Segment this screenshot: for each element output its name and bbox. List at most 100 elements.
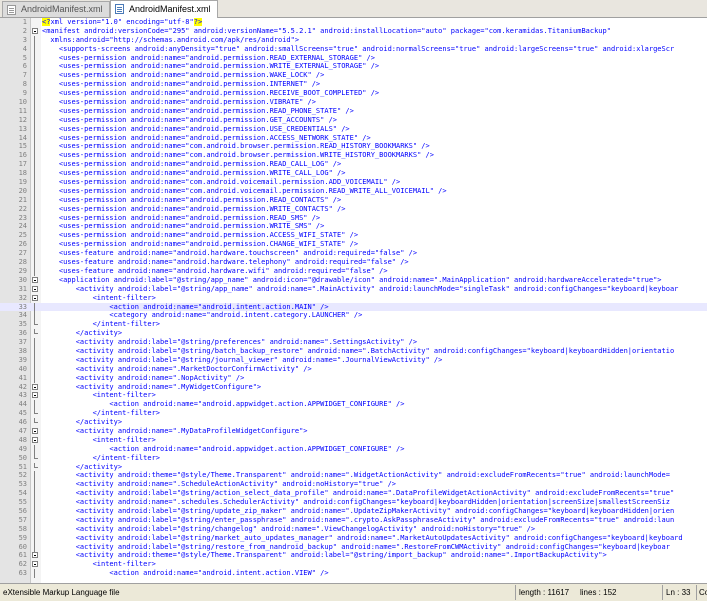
code-line[interactable]: 5 <uses-permission android:name="android… bbox=[0, 53, 707, 63]
code-line[interactable]: 9 <uses-permission android:name="android… bbox=[0, 89, 707, 99]
fold-line-marker bbox=[32, 400, 38, 410]
fold-line-marker bbox=[32, 489, 38, 499]
tab-androidmanifest-1[interactable]: AndroidManifest.xml bbox=[2, 1, 110, 17]
code-line[interactable]: 47 <activity android:name=".MyDataProfil… bbox=[0, 427, 707, 436]
code-line[interactable]: 49 <action android:name="android.appwidg… bbox=[0, 444, 707, 454]
code-line[interactable]: 27 <uses-feature android:name="android.h… bbox=[0, 249, 707, 259]
fold-line-marker bbox=[32, 35, 38, 45]
code-line[interactable]: 25 <uses-permission android:name="androi… bbox=[0, 231, 707, 241]
code-line[interactable]: 24 <uses-permission android:name="androi… bbox=[0, 222, 707, 232]
code-line[interactable]: 56 <activity android:label="@string/upda… bbox=[0, 506, 707, 516]
code-line[interactable]: 29 <uses-feature android:name="android.h… bbox=[0, 266, 707, 276]
fold-line-marker bbox=[32, 480, 38, 490]
fold-toggle-icon[interactable] bbox=[32, 427, 38, 434]
line-number: 42 bbox=[18, 382, 27, 391]
code-line[interactable]: 41 <activity android:name=".NopActivity"… bbox=[0, 373, 707, 383]
line-number: 21 bbox=[18, 195, 27, 204]
code-line[interactable]: 37 <activity android:label="@string/pref… bbox=[0, 338, 707, 348]
code-line[interactable]: 13 <uses-permission android:name="androi… bbox=[0, 124, 707, 134]
code-line[interactable]: 15 <uses-permission android:name="com.an… bbox=[0, 142, 707, 152]
fold-toggle-icon[interactable] bbox=[32, 561, 38, 568]
code-line[interactable]: 32 <intent-filter> bbox=[0, 294, 707, 303]
code-line[interactable]: 36 </activity> bbox=[0, 329, 707, 338]
code-line[interactable]: 62 <intent-filter> bbox=[0, 560, 707, 569]
code-line[interactable]: 33 <action android:name="android.intent.… bbox=[0, 302, 707, 312]
code-line[interactable]: 53 <activity android:name=".ScheduleActi… bbox=[0, 480, 707, 490]
code-line[interactable]: 51 </activity> bbox=[0, 462, 707, 472]
code-line[interactable]: 57 <activity android:label="@string/ente… bbox=[0, 515, 707, 525]
code-line[interactable]: 59 <activity android:label="@string/mark… bbox=[0, 533, 707, 543]
code-line[interactable]: 34 <category android:name="android.inten… bbox=[0, 311, 707, 321]
code-line[interactable]: 42 <activity android:name=".MyWidgetConf… bbox=[0, 383, 707, 392]
code-line[interactable]: 1 <?xml version="1.0" encoding="utf-8"?> bbox=[0, 18, 707, 27]
code-line[interactable]: 28 <uses-feature android:name="android.h… bbox=[0, 258, 707, 268]
code-line[interactable]: 21 <uses-permission android:name="androi… bbox=[0, 195, 707, 205]
code-line[interactable]: 18 <uses-permission android:name="androi… bbox=[0, 169, 707, 179]
code-line[interactable]: 2 <manifest android:versionCode="295" and… bbox=[0, 27, 707, 36]
code-line[interactable]: 10 <uses-permission android:name="androi… bbox=[0, 98, 707, 108]
code-editor[interactable]: 1 <?xml version="1.0" encoding="utf-8"?> 2… bbox=[0, 18, 707, 583]
code-line[interactable]: 20 <uses-permission android:name="com.an… bbox=[0, 186, 707, 196]
code-line[interactable]: 23 <uses-permission android:name="androi… bbox=[0, 213, 707, 223]
line-number: 26 bbox=[18, 240, 27, 249]
code-text: </activity> bbox=[42, 418, 123, 427]
fold-toggle-icon[interactable] bbox=[32, 285, 38, 292]
code-line[interactable]: 45 </intent-filter> bbox=[0, 409, 707, 418]
line-number: 16 bbox=[18, 151, 27, 160]
code-line[interactable]: 14 <uses-permission android:name="androi… bbox=[0, 133, 707, 143]
line-number: 28 bbox=[18, 258, 27, 267]
code-line[interactable]: 17 <uses-permission android:name="androi… bbox=[0, 160, 707, 170]
fold-toggle-icon[interactable] bbox=[32, 552, 38, 559]
code-line[interactable]: 35 </intent-filter> bbox=[0, 320, 707, 329]
code-line[interactable]: 30 <application android:label="@string/a… bbox=[0, 276, 707, 285]
code-text: <uses-permission android:name="android.p… bbox=[42, 71, 325, 80]
status-divider bbox=[662, 585, 663, 600]
code-line[interactable]: 19 <uses-permission android:name="com.an… bbox=[0, 178, 707, 188]
code-line[interactable]: 8 <uses-permission android:name="android… bbox=[0, 80, 707, 90]
code-line[interactable]: 52 <activity android:theme="@style/Theme… bbox=[0, 471, 707, 481]
code-line[interactable]: 61 <activity android:theme="@style/Theme… bbox=[0, 551, 707, 560]
code-text: </activity> bbox=[42, 329, 123, 338]
fold-toggle-icon[interactable] bbox=[32, 276, 38, 283]
code-line[interactable]: 44 <action android:name="android.appwidg… bbox=[0, 400, 707, 410]
fold-toggle-icon[interactable] bbox=[32, 436, 38, 443]
code-line[interactable]: 54 <activity android:label="@string/acti… bbox=[0, 489, 707, 499]
code-line[interactable]: 40 <activity android:name=".MarketDoctor… bbox=[0, 364, 707, 374]
fold-toggle-icon[interactable] bbox=[32, 383, 38, 390]
line-number: 35 bbox=[18, 320, 27, 329]
code-line[interactable]: 50 </intent-filter> bbox=[0, 453, 707, 463]
fold-toggle-icon[interactable] bbox=[32, 392, 38, 399]
code-line[interactable]: 26 <uses-permission android:name="androi… bbox=[0, 240, 707, 250]
fold-line-marker bbox=[32, 329, 38, 336]
line-number: 52 bbox=[18, 471, 27, 480]
code-line[interactable]: 43 <intent-filter> bbox=[0, 391, 707, 400]
code-text: xmlns:android="http://schemas.android.co… bbox=[42, 35, 300, 44]
code-text: <uses-permission android:name="android.p… bbox=[42, 160, 342, 169]
fold-line-marker bbox=[32, 19, 38, 25]
code-line[interactable]: 12 <uses-permission android:name="androi… bbox=[0, 115, 707, 125]
code-text: <uses-feature android:name="android.hard… bbox=[42, 249, 418, 258]
code-text: <uses-permission android:name="com.andro… bbox=[42, 142, 430, 151]
code-lines: 1 <?xml version="1.0" encoding="utf-8"?> 2… bbox=[0, 18, 707, 579]
code-line[interactable]: 22 <uses-permission android:name="androi… bbox=[0, 204, 707, 214]
code-line[interactable]: 38 <activity android:label="@string/batc… bbox=[0, 346, 707, 356]
code-line[interactable]: 4 <supports-screens android:anyDensity="… bbox=[0, 44, 707, 54]
code-line[interactable]: 39 <activity android:label="@string/jour… bbox=[0, 355, 707, 365]
code-line[interactable]: 48 <intent-filter> bbox=[0, 436, 707, 445]
fold-line-marker bbox=[32, 471, 38, 481]
fold-line-marker bbox=[32, 151, 38, 161]
code-line[interactable]: 60 <activity android:label="@string/rest… bbox=[0, 542, 707, 552]
code-line[interactable]: 6 <uses-permission android:name="android… bbox=[0, 62, 707, 72]
code-line[interactable]: 3 xmlns:android="http://schemas.android.… bbox=[0, 35, 707, 45]
code-line[interactable]: 63 <action android:name="android.intent.… bbox=[0, 569, 707, 579]
fold-toggle-icon[interactable] bbox=[32, 27, 38, 34]
code-line[interactable]: 31 <activity android:label="@string/app_… bbox=[0, 285, 707, 294]
code-line[interactable]: 7 <uses-permission android:name="android… bbox=[0, 71, 707, 81]
code-line[interactable]: 58 <activity android:label="@string/chan… bbox=[0, 524, 707, 534]
code-line[interactable]: 16 <uses-permission android:name="com.an… bbox=[0, 151, 707, 161]
code-line[interactable]: 11 <uses-permission android:name="androi… bbox=[0, 106, 707, 116]
code-line[interactable]: 46 </activity> bbox=[0, 418, 707, 427]
fold-toggle-icon[interactable] bbox=[32, 294, 38, 301]
code-line[interactable]: 55 <activity android:name=".schedules.Sc… bbox=[0, 498, 707, 508]
tab-androidmanifest-2[interactable]: AndroidManifest.xml bbox=[110, 0, 218, 18]
